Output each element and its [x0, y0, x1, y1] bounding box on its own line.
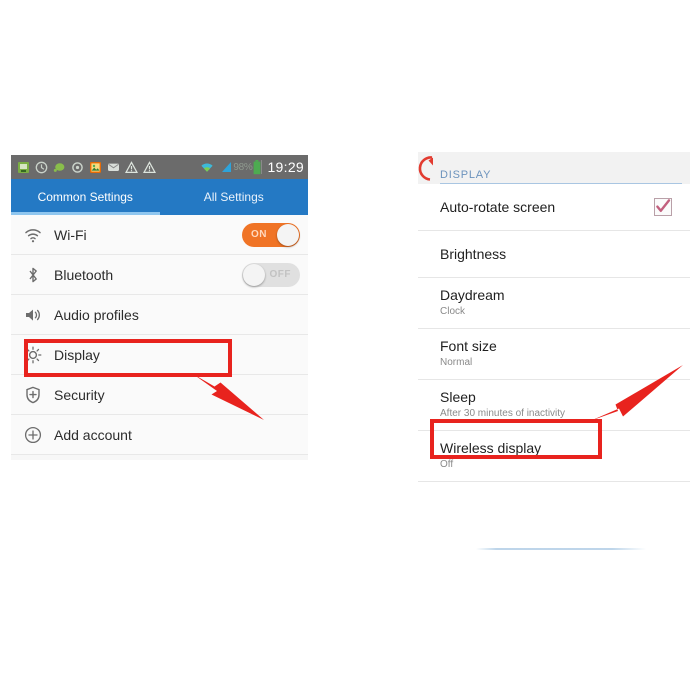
display-row-font-size-title: Font size — [440, 338, 497, 354]
display-row-font-size-texts: Font size Normal — [440, 338, 676, 370]
status-bar-icon-group — [17, 160, 233, 174]
battery-icon — [253, 159, 261, 175]
wifi-toggle-knob — [277, 223, 299, 246]
status-bar-clock: 19:29 — [261, 160, 304, 174]
bluetooth-toggle[interactable]: OFF — [242, 262, 300, 287]
tab-all-settings-label: All Settings — [203, 190, 264, 204]
display-row-auto-rotate-title: Auto-rotate screen — [440, 198, 556, 215]
wifi-toggle-label: ON — [251, 229, 267, 240]
bluetooth-icon — [23, 265, 43, 285]
display-row-font-size-subtitle: Normal — [440, 357, 473, 368]
display-row-sleep-subtitle: After 30 minutes of inactivity — [440, 408, 566, 419]
tab-common-settings-label: Common Settings — [37, 190, 133, 204]
wifi-icon — [23, 225, 43, 245]
settings-row-audio-profiles[interactable]: Audio profiles — [11, 295, 308, 335]
shield-icon — [23, 385, 43, 405]
right-phone-screenshot: DISPLAY Auto-rotate screen Brightness Da… — [418, 152, 690, 564]
settings-row-wifi-label: Wi-Fi — [54, 226, 87, 243]
settings-row-wifi[interactable]: Wi-Fi ON — [11, 215, 308, 255]
bluetooth-toggle-knob — [243, 263, 265, 286]
volume-icon — [23, 305, 43, 325]
display-row-wireless-display-title: Wireless display — [440, 440, 542, 456]
display-row-auto-rotate-texts: Auto-rotate screen — [440, 199, 654, 216]
display-row-daydream[interactable]: Daydream Clock — [418, 278, 690, 329]
settings-row-bluetooth[interactable]: Bluetooth OFF — [11, 255, 308, 295]
settings-row-security-label: Security — [54, 386, 105, 403]
status-bar: 98% 19:29 — [11, 155, 308, 179]
gallery-icon — [89, 161, 102, 174]
sync-icon — [71, 161, 84, 174]
display-row-daydream-title: Daydream — [440, 287, 505, 303]
display-row-brightness[interactable]: Brightness — [418, 231, 690, 278]
sd-card-icon — [17, 161, 30, 174]
red-circle-badge-icon — [418, 154, 442, 184]
tab-common-settings[interactable]: Common Settings — [11, 179, 160, 215]
settings-row-display[interactable]: Display — [11, 335, 308, 375]
settings-row-audio-profiles-label: Audio profiles — [54, 306, 139, 323]
settings-row-add-account-label: Add account — [54, 426, 132, 443]
display-row-wireless-display-texts: Wireless display Off — [440, 440, 676, 472]
warning-icon — [124, 160, 139, 174]
display-row-sleep[interactable]: Sleep After 30 minutes of inactivity — [418, 380, 690, 431]
settings-row-add-account[interactable]: Add account — [11, 415, 308, 455]
bluetooth-toggle-label: OFF — [269, 269, 291, 280]
display-row-wireless-display-subtitle: Off — [440, 459, 454, 470]
display-section-header: DISPLAY — [418, 152, 690, 184]
display-row-auto-rotate[interactable]: Auto-rotate screen — [418, 184, 690, 231]
display-row-daydream-subtitle: Clock — [440, 306, 466, 317]
chat-bubble-icon — [53, 161, 66, 174]
settings-row-display-label: Display — [54, 346, 100, 363]
settings-row-bluetooth-label: Bluetooth — [54, 266, 114, 283]
tab-all-settings[interactable]: All Settings — [160, 179, 309, 215]
settings-row-security[interactable]: Security — [11, 375, 308, 415]
clock-icon — [35, 161, 48, 174]
common-settings-list: Wi-Fi ON Bluetooth OFF Audio profiles Di… — [11, 215, 308, 455]
faint-divider-line — [476, 548, 646, 550]
display-section-header-label: DISPLAY — [440, 169, 492, 181]
left-phone-screenshot: 98% 19:29 Common Settings All Settings W… — [11, 155, 308, 460]
wifi-icon — [199, 160, 215, 174]
display-row-sleep-texts: Sleep After 30 minutes of inactivity — [440, 389, 676, 421]
display-row-daydream-texts: Daydream Clock — [440, 287, 676, 319]
plus-circle-icon — [23, 425, 43, 445]
auto-rotate-checkbox[interactable] — [654, 198, 672, 216]
sms-icon — [107, 161, 120, 174]
display-row-font-size[interactable]: Font size Normal — [418, 329, 690, 380]
signal-icon — [220, 160, 233, 174]
display-row-sleep-title: Sleep — [440, 389, 476, 405]
display-row-wireless-display[interactable]: Wireless display Off — [418, 431, 690, 482]
display-row-brightness-texts: Brightness — [440, 246, 676, 263]
settings-tab-bar: Common Settings All Settings — [11, 179, 308, 215]
brightness-icon — [23, 345, 43, 365]
wifi-toggle[interactable]: ON — [242, 222, 300, 247]
display-row-brightness-title: Brightness — [440, 245, 507, 262]
warning-icon — [142, 160, 157, 174]
battery-percent-label: 98% — [233, 161, 253, 173]
